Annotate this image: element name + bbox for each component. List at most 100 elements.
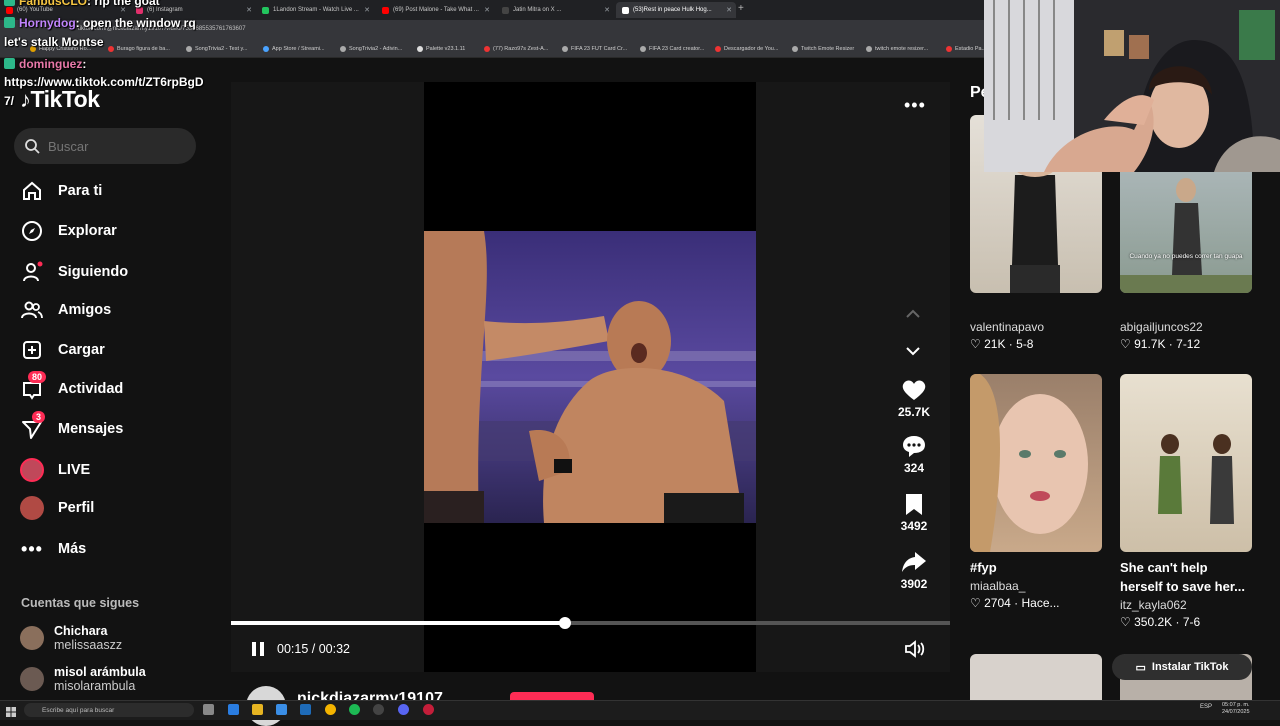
card-title bbox=[970, 299, 1102, 318]
bookmark-icon bbox=[640, 46, 646, 52]
card-user[interactable]: miaalbaa_ bbox=[970, 579, 1102, 593]
tiktok-logo[interactable]: ♪TikTok bbox=[20, 86, 100, 113]
tiktok-note-icon: ♪ bbox=[20, 87, 31, 112]
following-account[interactable]: Chichara melissaaszz bbox=[20, 624, 122, 652]
comment-icon bbox=[903, 436, 925, 457]
card-title: #fyp bbox=[970, 560, 997, 575]
bookmark-item[interactable]: SongTrivia2 - Adivin... bbox=[340, 46, 402, 52]
nav-item-amigos[interactable]: Amigos bbox=[20, 296, 111, 324]
system-clock[interactable]: 05:07 p. m. 24/07/2025 bbox=[1222, 702, 1250, 716]
friends-icon bbox=[20, 298, 44, 322]
share-button[interactable]: 3902 bbox=[894, 550, 934, 591]
inbox-icon: 80 bbox=[20, 371, 47, 401]
heart-outline-icon: ♡ bbox=[1120, 337, 1131, 351]
volume-icon[interactable] bbox=[904, 640, 926, 663]
close-icon[interactable]: ✕ bbox=[246, 6, 252, 14]
video-thumbnail[interactable] bbox=[970, 654, 1102, 700]
bookmark-item[interactable]: FIFA 23 FUT Card Cr... bbox=[562, 46, 627, 52]
card-user[interactable]: abigailjuncos22 bbox=[1120, 320, 1252, 334]
bookmark-button[interactable]: 3492 bbox=[894, 492, 934, 533]
store-icon[interactable] bbox=[276, 704, 287, 715]
language-indicator[interactable]: ESP bbox=[1200, 704, 1212, 710]
badge-icon bbox=[4, 17, 15, 28]
thumbnail-caption: Cuando ya no puedes correr tan guapa bbox=[1129, 253, 1243, 260]
nav-item-cargar[interactable]: Cargar bbox=[20, 336, 105, 364]
browser-tab-active[interactable]: (53)Rest in peace Hulk Hog... ✕ bbox=[616, 2, 736, 18]
chat-message: 7/ bbox=[4, 94, 15, 108]
file-explorer-icon[interactable] bbox=[252, 704, 263, 715]
browser-tab[interactable]: Jatin Mitra on X ... ✕ bbox=[496, 2, 614, 18]
chevron-down-icon[interactable] bbox=[906, 343, 920, 361]
bookmark-icon bbox=[417, 46, 423, 52]
close-icon[interactable]: ✕ bbox=[484, 6, 490, 14]
chevron-up-icon[interactable] bbox=[906, 306, 920, 324]
discord-icon[interactable] bbox=[398, 704, 409, 715]
bookmark-icon bbox=[866, 46, 872, 52]
card-likes: ♡ 91.7K · 7-12 bbox=[1120, 337, 1201, 351]
card-likes: ♡ 21K · 5-8 bbox=[970, 337, 1034, 351]
search-box[interactable] bbox=[14, 128, 196, 164]
bookmark-item[interactable]: Descargador de You... bbox=[715, 46, 778, 52]
close-icon[interactable]: ✕ bbox=[604, 6, 610, 14]
card-user[interactable]: valentinapavo bbox=[970, 320, 1102, 334]
more-options-icon[interactable]: ••• bbox=[904, 95, 926, 116]
search-icon bbox=[25, 139, 40, 154]
chat-message: FanbusCLO: rip the goat bbox=[4, 0, 160, 8]
browser-tab[interactable]: (69) Post Malone - Take What ... ✕ bbox=[376, 2, 494, 18]
pause-icon[interactable] bbox=[250, 641, 266, 662]
nav-item-live[interactable]: LIVE bbox=[20, 456, 90, 484]
bookmark-icon bbox=[715, 46, 721, 52]
more-icon: ••• bbox=[21, 538, 43, 559]
bookmark-item[interactable]: App Store / Streami... bbox=[263, 46, 325, 52]
bookmark-item[interactable]: FIFA 23 Card creator... bbox=[640, 46, 704, 52]
badge-icon bbox=[4, 0, 15, 6]
nav-item-mas[interactable]: ••• Más bbox=[20, 535, 86, 563]
video-card[interactable]: #fyp miaalbaa_ ♡ 2704 · Hace... bbox=[970, 374, 1102, 610]
mail-icon[interactable] bbox=[300, 704, 311, 715]
comment-button[interactable]: 324 bbox=[894, 434, 934, 475]
windows-start-icon[interactable] bbox=[6, 704, 16, 717]
bookmark-item[interactable]: (77) Razo97s Zest-A... bbox=[484, 46, 548, 52]
nav-item-actividad[interactable]: 80 Actividad bbox=[20, 371, 123, 403]
close-icon[interactable]: ✕ bbox=[364, 6, 370, 14]
nav-item-explorar[interactable]: Explorar bbox=[20, 217, 117, 245]
share-icon bbox=[902, 552, 926, 572]
badge-icon bbox=[4, 58, 15, 69]
streamer-webcam-image bbox=[984, 0, 1280, 172]
video-thumbnail[interactable] bbox=[970, 374, 1102, 552]
install-tiktok-button[interactable]: ▭ Instalar TikTok bbox=[1112, 654, 1252, 680]
chrome-icon[interactable] bbox=[325, 704, 336, 715]
bookmark-item[interactable]: Burago figura de ba... bbox=[108, 46, 170, 52]
following-account[interactable]: misol arámbula misolarambula bbox=[20, 665, 146, 693]
nav-item-siguiendo[interactable]: Siguiendo bbox=[20, 258, 128, 286]
nav-item-mensajes[interactable]: 3 Mensajes bbox=[20, 411, 123, 443]
spotify-icon[interactable] bbox=[349, 704, 360, 715]
bookmark-icon bbox=[186, 46, 192, 52]
video-thumbnail[interactable] bbox=[1120, 374, 1252, 552]
kick-icon bbox=[262, 6, 269, 14]
bookmark-item[interactable]: twitch emote resizer... bbox=[866, 46, 928, 52]
heart-outline-icon: ♡ bbox=[970, 596, 981, 610]
video-progress-bar[interactable] bbox=[231, 621, 950, 625]
video-content[interactable] bbox=[424, 231, 756, 523]
bookmark-item[interactable]: SongTrivia2 - Test y... bbox=[186, 46, 247, 52]
bookmark-item[interactable]: Palette v23.1.11 bbox=[417, 46, 465, 52]
browser-tab[interactable]: 1Landon Stream - Watch Live ... ✕ bbox=[256, 2, 374, 18]
progress-fill bbox=[231, 621, 566, 625]
card-user[interactable]: itz_kayla062 bbox=[1120, 598, 1252, 612]
bookmark-item[interactable]: Twitch Emote Resizer bbox=[792, 46, 854, 52]
nav-item-para-ti[interactable]: Para ti bbox=[20, 177, 102, 205]
video-card[interactable]: She can't help herself to save her... it… bbox=[1120, 374, 1252, 629]
message-badge: 3 bbox=[32, 411, 46, 423]
like-button[interactable]: 25.7K bbox=[894, 378, 934, 419]
edge-icon[interactable] bbox=[228, 704, 239, 715]
app-icon[interactable] bbox=[423, 704, 434, 715]
taskbar-search[interactable]: Escribe aquí para buscar bbox=[24, 703, 194, 717]
search-input[interactable] bbox=[48, 138, 178, 154]
new-tab-button[interactable]: + bbox=[738, 3, 744, 14]
close-icon[interactable]: ✕ bbox=[726, 6, 732, 14]
bookmark-item[interactable]: Estadio Pa... bbox=[946, 46, 986, 52]
task-view-icon[interactable] bbox=[203, 704, 214, 715]
nav-item-perfil[interactable]: Perfil bbox=[20, 494, 94, 522]
obs-icon[interactable] bbox=[373, 704, 384, 715]
